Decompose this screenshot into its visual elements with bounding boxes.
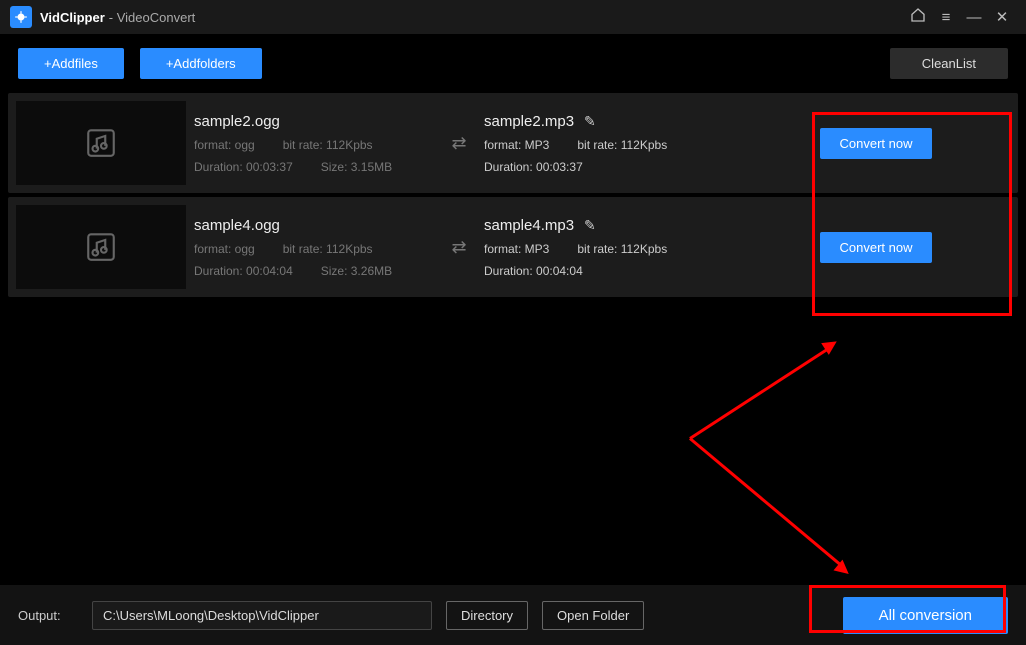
output-path-input[interactable] <box>92 601 432 630</box>
convert-arrow-icon: ⇄ <box>434 93 484 193</box>
titlebar: VidClipper - VideoConvert ≡ — ✕ <box>0 0 1026 34</box>
output-label: Output: <box>18 608 78 623</box>
target-format: format: MP3 <box>484 138 549 152</box>
target-bitrate: bit rate: 112Kpbs <box>577 138 667 152</box>
bottom-bar: Output: Directory Open Folder All conver… <box>0 585 1026 645</box>
target-format: format: MP3 <box>484 242 549 256</box>
add-files-button[interactable]: +Addfiles <box>18 48 124 79</box>
source-size: Size: 3.26MB <box>321 264 392 278</box>
source-duration: Duration: 00:03:37 <box>194 160 293 174</box>
source-format: format: ogg <box>194 138 255 152</box>
app-logo <box>10 6 32 28</box>
file-thumbnail <box>16 205 186 289</box>
target-bitrate: bit rate: 112Kpbs <box>577 242 667 256</box>
source-size: Size: 3.15MB <box>321 160 392 174</box>
source-bitrate: bit rate: 112Kpbs <box>283 242 373 256</box>
minimize-icon[interactable]: — <box>960 9 988 26</box>
file-row: sample4.ogg format: ogg bit rate: 112Kpb… <box>8 197 1018 297</box>
file-thumbnail <box>16 101 186 185</box>
source-duration: Duration: 00:04:04 <box>194 264 293 278</box>
convert-now-button[interactable]: Convert now <box>820 128 933 159</box>
target-duration: Duration: 00:04:04 <box>484 264 583 278</box>
directory-button[interactable]: Directory <box>446 601 528 630</box>
all-conversion-button[interactable]: All conversion <box>843 597 1008 634</box>
open-folder-button[interactable]: Open Folder <box>542 601 644 630</box>
add-folders-button[interactable]: +Addfolders <box>140 48 262 79</box>
edit-icon[interactable]: ✎ <box>584 217 596 234</box>
close-icon[interactable]: ✕ <box>988 8 1016 26</box>
target-filename: sample2.mp3 <box>484 113 574 130</box>
app-name: VidClipper <box>40 10 105 25</box>
target-filename: sample4.mp3 <box>484 217 574 234</box>
edit-icon[interactable]: ✎ <box>584 113 596 130</box>
convert-arrow-icon: ⇄ <box>434 197 484 297</box>
toolbar: +Addfiles +Addfolders CleanList <box>0 34 1026 93</box>
target-duration: Duration: 00:03:37 <box>484 160 583 174</box>
clean-list-button[interactable]: CleanList <box>890 48 1008 79</box>
source-filename: sample2.ogg <box>194 113 434 130</box>
source-bitrate: bit rate: 112Kpbs <box>283 138 373 152</box>
menu-icon[interactable]: ≡ <box>932 9 960 26</box>
app-subtitle: - VideoConvert <box>109 10 195 25</box>
file-list: sample2.ogg format: ogg bit rate: 112Kpb… <box>0 93 1026 297</box>
convert-now-button[interactable]: Convert now <box>820 232 933 263</box>
home-icon[interactable] <box>904 7 932 27</box>
source-filename: sample4.ogg <box>194 217 434 234</box>
file-row: sample2.ogg format: ogg bit rate: 112Kpb… <box>8 93 1018 193</box>
source-format: format: ogg <box>194 242 255 256</box>
